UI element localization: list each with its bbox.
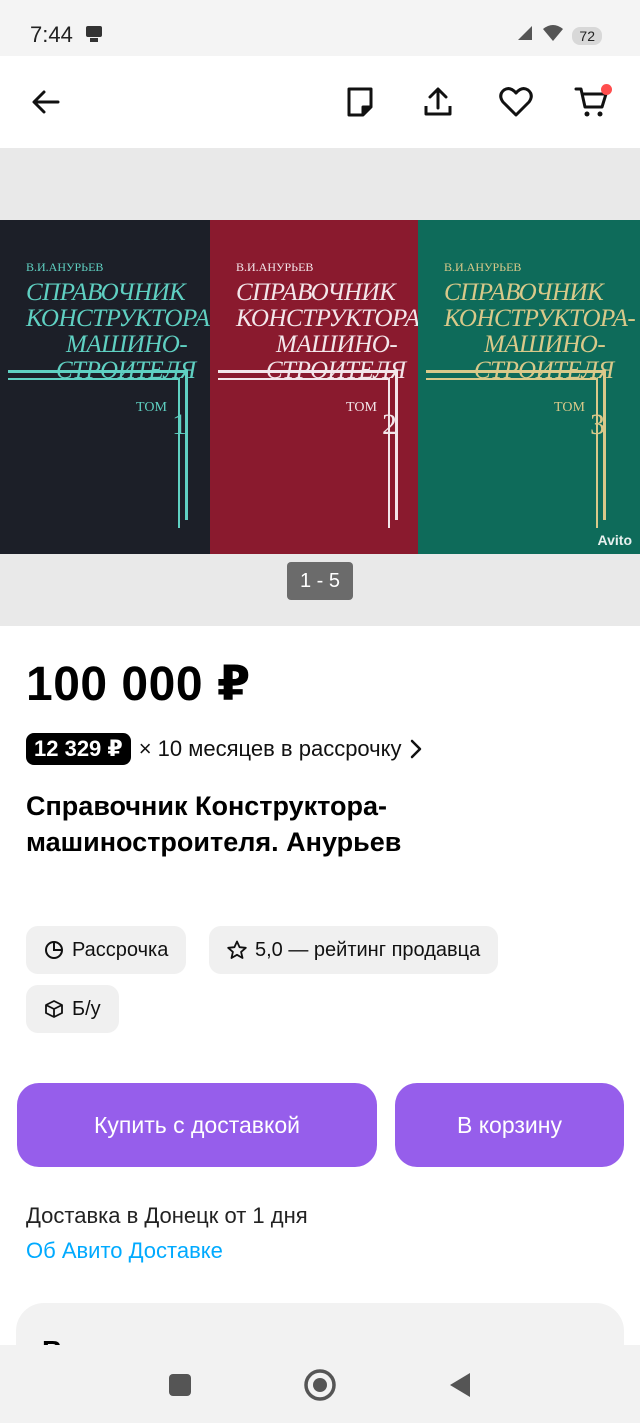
cart-badge [601,84,612,95]
chip-installment[interactable]: Рассрочка [26,926,187,974]
book-volume-1: В.И.АНУРЬЕВ СПРАВОЧНИК КОНСТРУКТОРА- МАШ… [0,220,210,554]
status-icons: 72 [516,24,602,47]
book-tom: ТОМ [136,400,167,415]
home-circle-icon[interactable] [300,1365,340,1405]
wifi-icon [542,24,564,47]
photo-counter: 1 - 5 [287,562,353,600]
book-tom: ТОМ [554,400,585,415]
notification-icon [84,24,104,49]
book-title: СПРАВОЧНИК КОНСТРУКТОРА- МАШИНО- СТРОИТЕ… [444,279,636,384]
box-icon [44,999,64,1019]
pie-chart-icon [44,940,64,960]
back-triangle-icon[interactable] [440,1365,480,1405]
battery-icon: 72 [572,26,602,45]
app-header [0,56,640,148]
buy-with-delivery-button[interactable]: Купить с доставкой [17,1083,377,1167]
installment-row[interactable]: 12 329 ₽ × 10 месяцев в рассрочку [26,733,422,765]
back-arrow-icon[interactable] [22,78,70,126]
chip-label: Рассрочка [72,938,169,961]
book-author: В.И.АНУРЬЕВ [26,260,104,274]
share-icon[interactable] [414,78,462,126]
book-volume-2: В.И.АНУРЬЕВ СПРАВОЧНИК КОНСТРУКТОРА- МАШ… [210,220,418,554]
delivery-info: Доставка в Донецк от 1 дня [26,1203,308,1228]
book-title: СПРАВОЧНИК КОНСТРУКТОРА- МАШИНО- СТРОИТЕ… [236,279,418,384]
note-icon[interactable] [336,78,384,126]
book-number: 2 [382,408,397,441]
book-tom: ТОМ [346,400,377,415]
star-icon [227,940,247,960]
signal-icon [516,24,534,47]
cart-icon[interactable] [568,78,616,126]
chevron-right-icon [410,739,422,759]
system-nav-bar [0,1345,640,1423]
status-time: 7:44 [30,22,73,47]
book-volume-3: В.И.АНУРЬЕВ СПРАВОЧНИК КОНСТРУКТОРА- МАШ… [418,220,640,554]
chip-label: Б/у [72,997,101,1020]
chip-label: 5,0 — рейтинг продавца [255,938,481,961]
listing-photo[interactable]: В.И.АНУРЬЕВ СПРАВОЧНИК КОНСТРУКТОРА- МАШ… [0,220,640,554]
book-number: 1 [172,408,187,441]
book-number: 3 [590,408,605,441]
status-bar: 7:44 72 [0,0,640,56]
chip-condition[interactable]: Б/у [26,985,119,1033]
listing-title: Справочник Конструктора-машиностроителя.… [26,791,402,857]
installment-text: × 10 месяцев в рассрочку [138,736,402,761]
listing-price: 100 000 ₽ [26,658,251,711]
photo-gallery[interactable]: В.И.АНУРЬЕВ СПРАВОЧНИК КОНСТРУКТОРА- МАШ… [0,148,640,626]
about-delivery-link[interactable]: Об Авито Доставке [26,1238,223,1264]
installment-amount: 12 329 ₽ [26,733,131,765]
chip-seller-rating[interactable]: 5,0 — рейтинг продавца [209,926,499,974]
recents-square-icon[interactable] [160,1365,200,1405]
avito-watermark: Avito [597,532,632,548]
book-title: СПРАВОЧНИК КОНСТРУКТОРА- МАШИНО- СТРОИТЕ… [26,279,210,384]
book-author: В.И.АНУРЬЕВ [444,260,522,274]
book-author: В.И.АНУРЬЕВ [236,260,314,274]
heart-icon[interactable] [492,78,540,126]
add-to-cart-button[interactable]: В корзину [395,1083,624,1167]
